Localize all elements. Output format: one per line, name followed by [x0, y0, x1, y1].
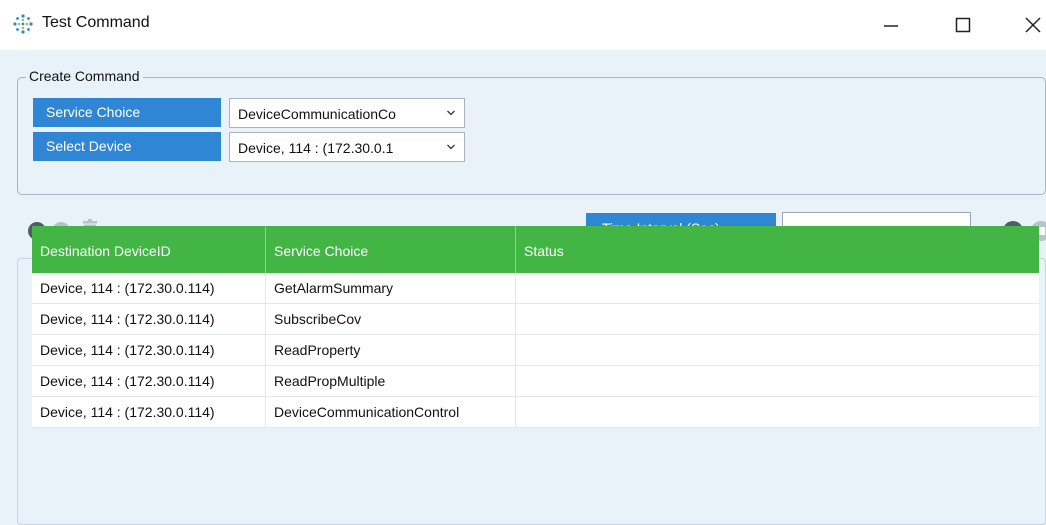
- app-logo-icon: [13, 14, 33, 34]
- destination-cell: Device, 114 : (172.30.0.114): [32, 304, 266, 334]
- column-header-destination[interactable]: Destination DeviceID: [32, 226, 266, 273]
- table-row[interactable]: Device, 114 : (172.30.0.114) DeviceCommu…: [32, 397, 1039, 428]
- minimize-icon: [884, 25, 898, 27]
- chevron-down-icon: [447, 110, 455, 116]
- command-table: Destination DeviceID Service Choice Stat…: [32, 226, 1039, 428]
- service-choice-label: Service Choice: [33, 98, 221, 127]
- table-row[interactable]: Device, 114 : (172.30.0.114) SubscribeCo…: [32, 304, 1039, 335]
- status-cell: [516, 273, 1039, 303]
- maximize-button[interactable]: [940, 6, 986, 44]
- table-row[interactable]: Device, 114 : (172.30.0.114) ReadPropert…: [32, 335, 1039, 366]
- destination-cell: Device, 114 : (172.30.0.114): [32, 366, 266, 396]
- close-icon: [1025, 17, 1041, 33]
- close-button[interactable]: [1010, 6, 1046, 44]
- window-title: Test Command: [42, 14, 150, 31]
- service-choice-cell: SubscribeCov: [266, 304, 516, 334]
- column-header-service-choice[interactable]: Service Choice: [266, 226, 516, 273]
- destination-cell: Device, 114 : (172.30.0.114): [32, 397, 266, 427]
- title-bar: Test Command: [0, 0, 1046, 50]
- destination-cell: Device, 114 : (172.30.0.114): [32, 273, 266, 303]
- service-choice-cell: ReadPropMultiple: [266, 366, 516, 396]
- service-choice-cell: GetAlarmSummary: [266, 273, 516, 303]
- create-command-title: Create Command: [26, 68, 143, 84]
- service-choice-select[interactable]: DeviceCommunicationCo: [229, 98, 465, 128]
- select-device-value: Device, 114 : (172.30.0.1: [238, 140, 394, 156]
- status-cell: [516, 304, 1039, 334]
- maximize-icon: [955, 17, 971, 33]
- status-cell: [516, 366, 1039, 396]
- chevron-down-icon: [447, 144, 455, 150]
- table-row[interactable]: Device, 114 : (172.30.0.114) GetAlarmSum…: [32, 273, 1039, 304]
- status-cell: [516, 335, 1039, 365]
- table-row[interactable]: Device, 114 : (172.30.0.114) ReadPropMul…: [32, 366, 1039, 397]
- status-cell: [516, 397, 1039, 427]
- service-choice-cell: ReadProperty: [266, 335, 516, 365]
- service-choice-value: DeviceCommunicationCo: [238, 106, 396, 122]
- destination-cell: Device, 114 : (172.30.0.114): [32, 335, 266, 365]
- select-device-select[interactable]: Device, 114 : (172.30.0.1: [229, 132, 465, 162]
- select-device-label: Select Device: [33, 132, 221, 161]
- column-header-status[interactable]: Status: [516, 226, 1039, 273]
- service-choice-cell: DeviceCommunicationControl: [266, 397, 516, 427]
- table-header: Destination DeviceID Service Choice Stat…: [32, 226, 1039, 273]
- minimize-button[interactable]: [868, 6, 914, 44]
